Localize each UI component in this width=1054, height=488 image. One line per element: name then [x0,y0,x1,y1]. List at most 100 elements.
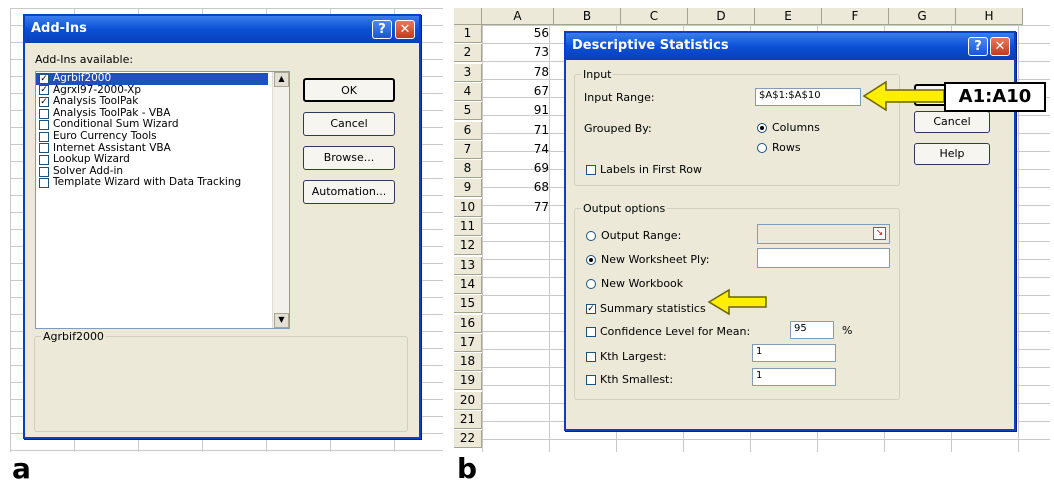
row-header[interactable]: 13 [454,256,482,275]
labels-first-row-checkbox[interactable]: Labels in First Row [586,163,702,176]
cell-value[interactable]: 77 [482,199,554,217]
new-worksheet-ply-radio[interactable]: New Worksheet Ply: [586,253,710,266]
summary-statistics-checkbox[interactable]: ✓ Summary statistics [586,302,706,315]
checkbox-empty-icon[interactable] [39,108,49,119]
ok-button[interactable]: OK [303,78,395,102]
checkbox-empty-icon[interactable] [39,131,49,142]
select-all-corner[interactable] [454,8,482,25]
row-header[interactable]: 4 [454,82,482,101]
close-icon[interactable]: ✕ [395,20,415,39]
summary-stats-label: Summary statistics [600,302,706,315]
addins-title: Add-Ins [31,21,87,36]
row-header[interactable]: 8 [454,160,482,179]
checkbox-empty-icon [586,374,596,385]
labels-first-row-label: Labels in First Row [600,163,702,176]
column-header[interactable]: A [482,8,554,25]
new-ply-field[interactable] [757,248,890,268]
column-header[interactable]: D [688,8,755,25]
help-icon[interactable]: ? [968,37,988,56]
addin-list-item[interactable]: Lookup Wizard [36,154,289,166]
automation-button[interactable]: Automation... [303,180,395,204]
browse-button[interactable]: Browse... [303,146,395,170]
close-icon[interactable]: ✕ [990,37,1010,56]
checkbox-empty-icon [586,351,596,362]
kth-smallest-checkbox[interactable]: Kth Smallest: [586,373,673,386]
row-header[interactable]: 7 [454,140,482,159]
column-header[interactable]: F [822,8,889,25]
scroll-up-icon[interactable]: ▲ [274,72,289,87]
row-header[interactable]: 20 [454,391,482,410]
checkbox-empty-icon[interactable] [39,178,49,189]
row-header[interactable]: 3 [454,63,482,82]
row-header[interactable]: 2 [454,44,482,63]
addin-list-item[interactable]: ✓ Agrbif2000 [36,72,268,85]
cell-value[interactable]: 91 [482,102,554,120]
cell-value[interactable]: 71 [482,122,554,140]
callout-a1-a10: A1:A10 [944,82,1046,112]
kth-smallest-field[interactable]: 1 [752,368,836,386]
row-header[interactable]: 19 [454,372,482,391]
grouped-rows-radio[interactable]: Rows [757,141,801,154]
output-range-radio[interactable]: Output Range: [586,229,681,242]
addins-dialog: Add-Ins ? ✕ Add-Ins available: ✓ Agrbif20… [23,14,421,439]
row-header[interactable]: 9 [454,179,482,198]
cell-value[interactable]: 73 [482,44,554,62]
addin-description-box: Agrbif2000 [34,330,408,432]
addins-list[interactable]: ✓ Agrbif2000 ✓ Agrxl97-2000-Xp ✓ Analysis Too… [35,71,290,329]
range-collapse-icon[interactable]: ↘ [873,227,886,240]
addins-available-label: Add-Ins available: [35,53,134,66]
addin-list-item[interactable]: Template Wizard with Data Tracking [36,177,289,189]
cell-value[interactable]: 74 [482,141,554,159]
confidence-field[interactable]: 95 [790,321,834,339]
output-range-field[interactable]: ↘ [757,224,890,244]
row-header[interactable]: 22 [454,430,482,449]
row-header[interactable]: 21 [454,411,482,429]
checkbox-empty-icon[interactable] [39,143,49,154]
radio-empty-icon [757,142,767,153]
column-header[interactable]: B [554,8,621,25]
row-header[interactable]: 1 [454,25,482,43]
row-header[interactable]: 5 [454,102,482,121]
cell-value[interactable]: 56 [482,25,554,43]
cancel-button[interactable]: Cancel [303,112,395,136]
checkbox-empty-icon[interactable] [39,120,49,131]
cell-value[interactable]: 78 [482,64,554,82]
column-header[interactable]: E [755,8,822,25]
column-header[interactable]: H [956,8,1023,25]
new-workbook-radio[interactable]: New Workbook [586,277,683,290]
cancel-button[interactable]: Cancel [914,111,990,133]
row-header[interactable]: 12 [454,237,482,256]
cell-value[interactable]: 67 [482,83,554,101]
grouped-columns-radio[interactable]: Columns [757,121,820,134]
cell-value[interactable]: 69 [482,160,554,178]
row-header[interactable]: 6 [454,121,482,140]
scroll-down-icon[interactable]: ▼ [274,313,289,328]
kth-largest-field[interactable]: 1 [752,344,836,362]
row-header[interactable]: 15 [454,295,482,314]
row-header[interactable]: 11 [454,218,482,236]
addins-scrollbar[interactable]: ▲ ▼ [272,72,289,328]
addin-list-item-label: Lookup Wizard [53,153,130,166]
help-icon[interactable]: ? [372,20,392,39]
kth-largest-checkbox[interactable]: Kth Largest: [586,350,667,363]
input-group-title: Input [581,68,614,81]
cell-value[interactable]: 68 [482,179,554,197]
row-header[interactable]: 18 [454,353,482,372]
checkbox-empty-icon[interactable] [39,154,49,165]
checkbox-empty-icon[interactable] [39,166,49,177]
checkbox-checked-icon[interactable]: ✓ [39,85,49,96]
column-header[interactable]: C [621,8,688,25]
confidence-level-checkbox[interactable]: Confidence Level for Mean: [586,325,750,338]
output-group-title: Output options [581,202,668,215]
help-button[interactable]: Help [914,143,990,165]
row-header[interactable]: 17 [454,333,482,352]
row-header[interactable]: 16 [454,314,482,333]
addin-list-item[interactable]: Euro Currency Tools [36,129,289,143]
row-header[interactable]: 10 [454,198,482,217]
input-range-field[interactable]: $A$1:$A$10 [755,88,861,106]
checkbox-checked-icon[interactable]: ✓ [39,73,49,84]
row-header[interactable]: 14 [454,275,482,294]
addin-list-item-label: Euro Currency Tools [53,129,157,142]
column-header[interactable]: G [889,8,956,25]
checkbox-checked-icon[interactable]: ✓ [39,96,49,107]
